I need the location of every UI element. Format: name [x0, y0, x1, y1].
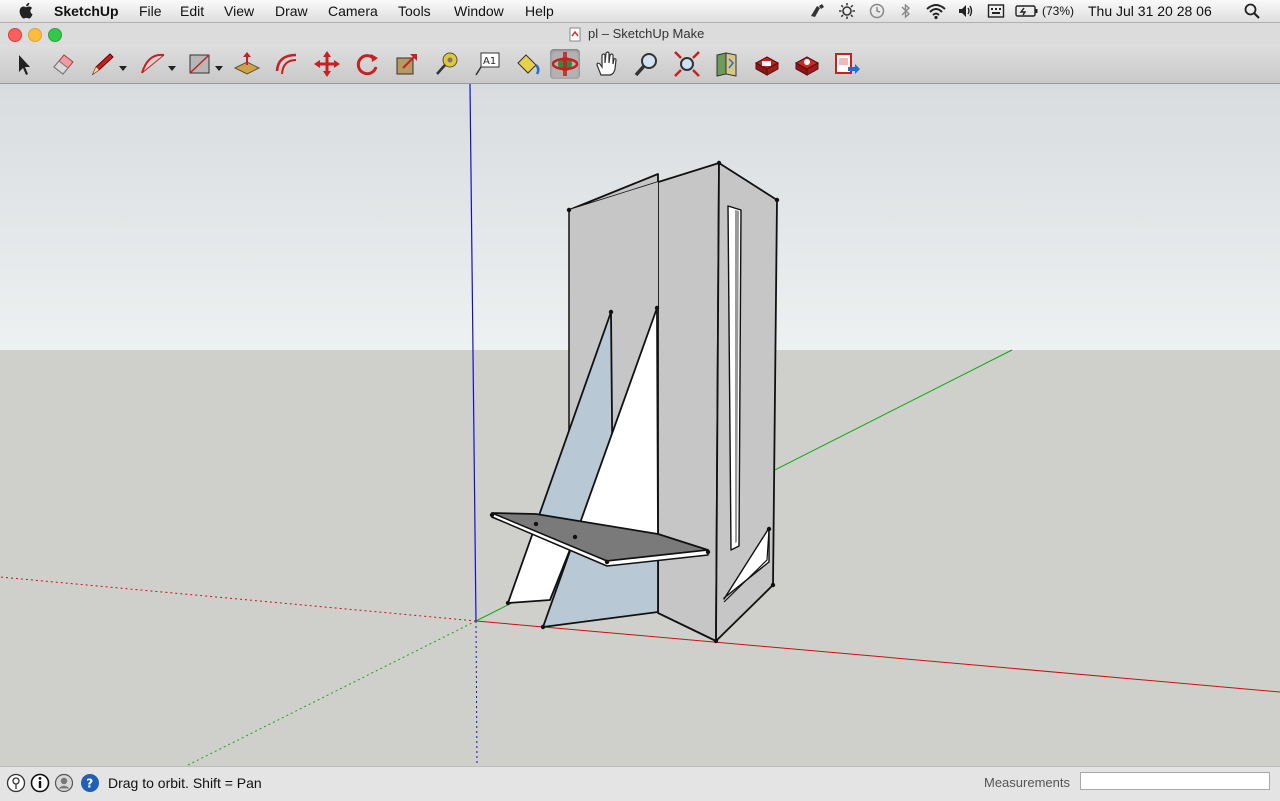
ink-icon[interactable] [808, 2, 826, 20]
brightness-icon[interactable] [838, 2, 856, 20]
pan-tool-button[interactable] [592, 49, 622, 79]
menubar-clock[interactable]: Thu Jul 31 20 28 06 [1088, 2, 1212, 20]
svg-text:?: ? [86, 777, 93, 791]
shape-tools-dropdown[interactable] [214, 60, 224, 71]
menu-draw[interactable]: Draw [275, 2, 308, 20]
side-slot [727, 205, 742, 551]
wifi-icon[interactable] [925, 2, 947, 20]
scale-tool-button[interactable] [392, 49, 422, 79]
move-arrows-icon [314, 51, 340, 77]
send-to-layout-tool-button[interactable] [832, 49, 862, 79]
status-hint: Drag to orbit. Shift = Pan [108, 775, 262, 791]
extension-warehouse-tool-button[interactable] [792, 49, 822, 79]
dropdown-arrow-icon [119, 66, 127, 71]
menu-edit[interactable]: Edit [180, 2, 204, 20]
menu-tools[interactable]: Tools [398, 2, 431, 20]
text-label-icon: A1 [475, 52, 500, 76]
orbit-tool-button[interactable] [550, 49, 580, 79]
map-book-icon [716, 52, 737, 77]
battery-icon[interactable] [1015, 2, 1039, 20]
keyboard-icon[interactable] [987, 2, 1005, 20]
rectangle-icon [189, 54, 210, 74]
minimize-window-button[interactable] [28, 28, 42, 42]
measurements-input[interactable] [1080, 772, 1270, 790]
eraser-icon [53, 54, 74, 75]
main-toolbar: A1 [0, 45, 1280, 84]
menu-file[interactable]: File [139, 2, 162, 20]
share-model-tool-button[interactable] [752, 49, 782, 79]
rotate-tool-button[interactable] [352, 49, 382, 79]
paint-bucket-icon [517, 54, 540, 75]
text-tool-button[interactable]: A1 [472, 49, 502, 79]
cursor-arrow-icon [19, 55, 30, 75]
battery-percent: (73%) [1042, 4, 1075, 18]
extension-warehouse-icon [794, 56, 820, 76]
svg-text:A1: A1 [483, 56, 496, 67]
paint-bucket-tool-button[interactable] [512, 49, 542, 79]
dropdown-arrow-icon [215, 66, 223, 71]
zoom-extents-tool-button[interactable] [672, 49, 702, 79]
warehouse-upload-icon [754, 56, 780, 76]
geo-location-icon[interactable] [6, 773, 26, 793]
get-models-tool-button[interactable] [712, 49, 742, 79]
credits-info-icon[interactable] [30, 773, 50, 793]
arc-tool-button[interactable] [138, 49, 168, 79]
menu-camera[interactable]: Camera [328, 2, 378, 20]
status-bar: ? Drag to orbit. Shift = Pan Measurement… [0, 766, 1280, 801]
spotlight-search-icon[interactable] [1243, 2, 1261, 20]
user-account-icon[interactable] [54, 773, 74, 793]
bluetooth-icon[interactable] [899, 2, 913, 20]
dropdown-arrow-icon [168, 66, 176, 71]
instructor-help-icon[interactable]: ? [80, 773, 100, 793]
window-titlebar[interactable]: pl – SketchUp Make [0, 23, 1280, 45]
model-viewport[interactable] [0, 84, 1280, 766]
tape-measure-tool-button[interactable] [432, 49, 462, 79]
select-tool-button[interactable] [8, 49, 38, 79]
arc-tools-dropdown[interactable] [167, 60, 177, 71]
hand-icon [596, 51, 617, 76]
shape-tool-button[interactable] [185, 49, 215, 79]
magnifier-icon [634, 53, 657, 77]
arc-icon [141, 53, 165, 74]
line-tools-dropdown[interactable] [118, 60, 128, 71]
menu-window[interactable]: Window [454, 2, 504, 20]
rotate-icon [356, 54, 378, 76]
scale-icon [396, 54, 417, 75]
measurements-label: Measurements [984, 775, 1070, 790]
zoom-window-button[interactable] [48, 28, 62, 42]
model-canvas [0, 84, 1280, 766]
send-to-layout-icon [835, 53, 860, 74]
zoom-tool-button[interactable] [632, 49, 662, 79]
push-pull-tool-button[interactable] [232, 49, 262, 79]
app-menu[interactable]: SketchUp [54, 2, 119, 20]
tape-measure-icon [436, 52, 458, 75]
menu-help[interactable]: Help [525, 2, 554, 20]
menu-view[interactable]: View [224, 2, 254, 20]
volume-icon[interactable] [957, 2, 975, 20]
zoom-extents-icon [674, 51, 700, 77]
close-window-button[interactable] [8, 28, 22, 42]
menu-bar: SketchUp File Edit View Draw Camera Tool… [0, 0, 1280, 23]
offset-icon [275, 53, 297, 75]
push-pull-icon [233, 52, 261, 75]
move-tool-button[interactable] [312, 49, 342, 79]
pencil-icon [91, 53, 114, 76]
time-machine-icon[interactable] [868, 2, 886, 20]
apple-icon[interactable] [18, 1, 36, 19]
line-tool-button[interactable] [88, 49, 118, 79]
window-title: pl – SketchUp Make [588, 26, 705, 41]
eraser-tool-button[interactable] [48, 49, 78, 79]
offset-tool-button[interactable] [272, 49, 302, 79]
orbit-icon [551, 52, 579, 76]
